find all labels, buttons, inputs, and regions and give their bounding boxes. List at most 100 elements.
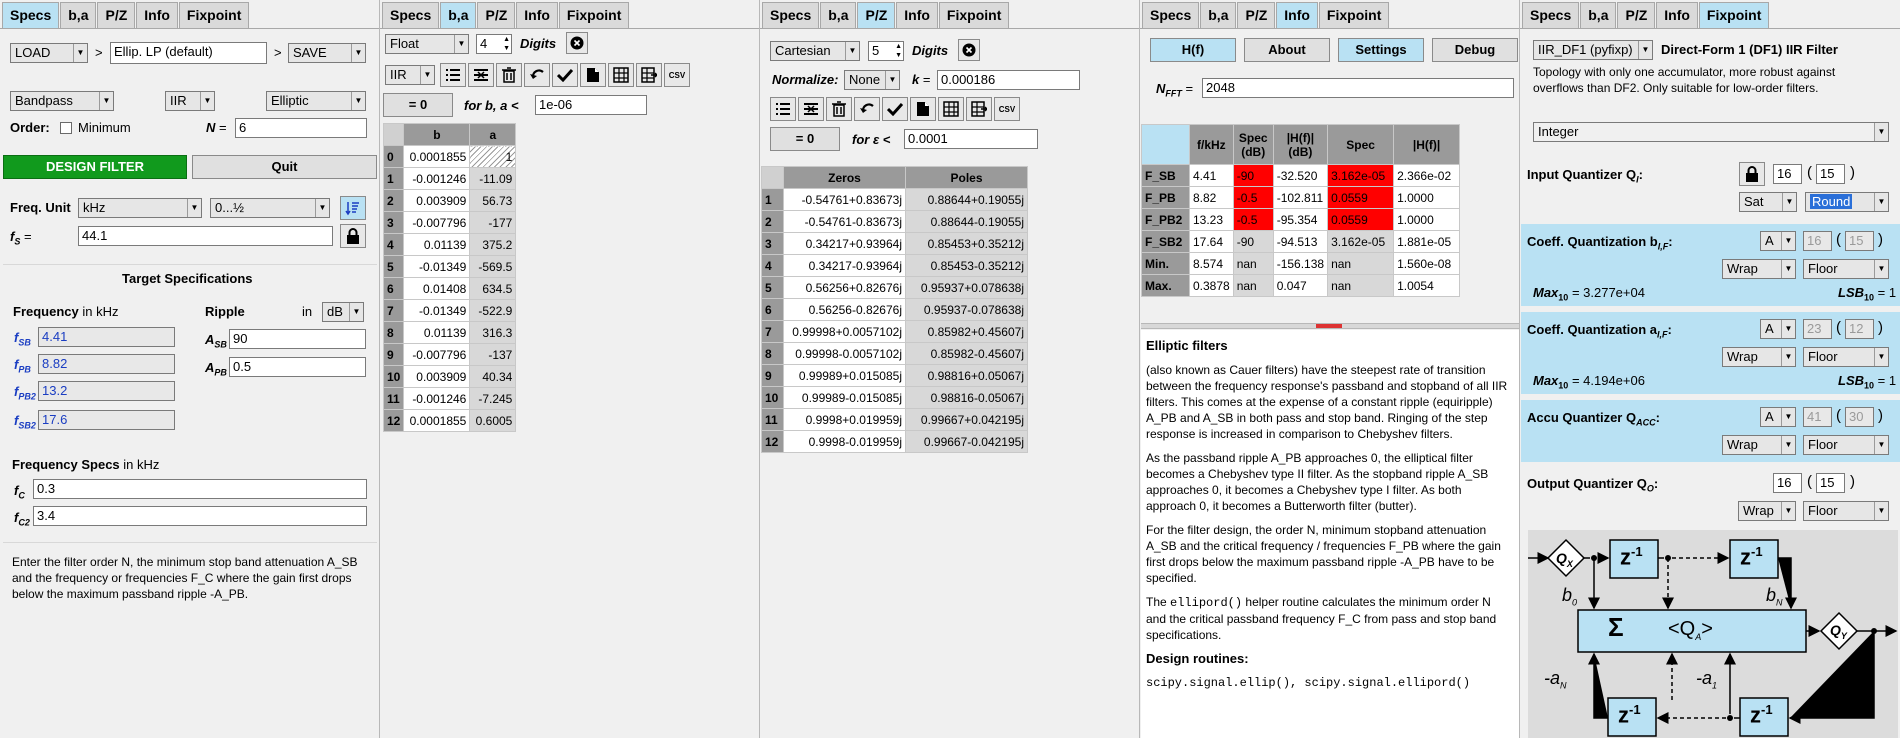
tab-specs[interactable]: Specs [1142,2,1200,28]
zero-cell[interactable]: 0.99989+0.015085j [783,364,906,387]
table-icon[interactable] [608,63,634,87]
eps-input[interactable]: 1e-06 [535,95,647,115]
a-cell[interactable]: -137 [469,343,517,366]
checkmark-icon[interactable] [882,97,908,121]
set-zero-button[interactable]: = 0 [383,93,453,117]
tab-fixpoint[interactable]: Fixpoint [558,2,630,28]
zero-cell[interactable]: 0.9998+0.019959j [783,408,906,431]
fpb2-field[interactable]: 13.2 [38,381,175,401]
fs-input[interactable]: 44.1 [78,226,333,246]
coef-a-mode-select[interactable]: A ▼ [1760,319,1796,339]
pole-cell[interactable]: 0.85453+0.35212j [905,232,1028,255]
coef-b-ovfl-select[interactable]: Wrap ▼ [1722,259,1796,279]
coef-b-wf-input[interactable]: 15 [1845,231,1874,251]
coef-a-wi-input[interactable]: 23 [1803,319,1832,339]
a-cell[interactable]: 40.34 [469,365,517,388]
list-icon[interactable] [770,97,796,121]
tab-pz[interactable]: P/Z [1617,2,1656,28]
pole-cell[interactable]: 0.85982+0.45607j [905,320,1028,343]
coef-a-ovfl-select[interactable]: Wrap ▼ [1722,347,1796,367]
splitter-handle-icon[interactable] [1316,324,1342,328]
out-wf-input[interactable]: 15 [1816,473,1845,493]
set-zero-button[interactable]: = 0 [770,127,840,151]
zero-cell[interactable]: 0.99998-0.0057102j [783,342,906,365]
b-cell[interactable]: 0.01139 [403,321,471,344]
list-icon[interactable] [440,63,466,87]
sort-icon[interactable] [340,196,366,220]
accu-quant-select[interactable]: Floor ▼ [1803,435,1889,455]
tab-info[interactable]: Info [896,2,938,28]
a-cell[interactable]: 375.2 [469,233,517,256]
design-method-select[interactable]: Elliptic ▼ [266,91,366,111]
pole-cell[interactable]: 0.98816-0.05067j [905,386,1028,409]
spin-arrows-icon[interactable]: ▲ ▼ [503,35,510,53]
hf-button[interactable]: H(f) [1150,38,1236,62]
a-cell[interactable]: -177 [469,211,517,234]
pole-cell[interactable]: 0.95937+0.078638j [905,276,1028,299]
tab-fixpoint[interactable]: Fixpoint [178,2,250,28]
accu-mode-select[interactable]: A ▼ [1760,407,1796,427]
b-cell[interactable]: 0.0001855 [403,145,471,168]
asb-input[interactable]: 90 [229,329,366,349]
a-cell[interactable]: -569.5 [469,255,517,278]
accu-wf-input[interactable]: 30 [1845,407,1874,427]
tab-fixpoint[interactable]: Fixpoint [938,2,1010,28]
tab-info[interactable]: Info [516,2,558,28]
undo-icon[interactable] [854,97,880,121]
fpb-field[interactable]: 8.82 [38,354,175,374]
table-export-icon[interactable] [636,63,662,87]
zero-cell[interactable]: -0.54761-0.83673j [783,210,906,233]
order-input[interactable]: 6 [235,118,367,138]
zero-cell[interactable]: 0.99998+0.0057102j [783,320,906,343]
settings-button[interactable]: Settings [1338,38,1424,62]
a-cell[interactable]: 1 [469,145,517,168]
a-cell[interactable]: 316.3 [469,321,517,344]
freq-unit-select[interactable]: kHz ▼ [78,198,202,218]
response-type-select[interactable]: Bandpass ▼ [10,91,114,111]
pole-cell[interactable]: 0.88644+0.19055j [905,188,1028,211]
a-cell[interactable]: -522.9 [469,299,517,322]
csv-icon[interactable]: CSV [994,97,1020,121]
zero-cell[interactable]: 0.9998-0.019959j [783,430,906,453]
b-cell[interactable]: 0.003909 [403,189,471,212]
filter-class-select[interactable]: IIR ▼ [165,91,215,111]
a-cell[interactable]: -11.09 [469,167,517,190]
file-icon[interactable] [910,97,936,121]
clear-icon[interactable] [566,32,588,54]
nfft-input[interactable]: 2048 [1202,78,1514,98]
coef-b-quant-select[interactable]: Floor ▼ [1803,259,1889,279]
fsb2-field[interactable]: 17.6 [38,410,175,430]
pole-cell[interactable]: 0.99667+0.042195j [905,408,1028,431]
file-icon[interactable] [580,63,606,87]
digits-spinbox[interactable]: 5 ▲ ▼ [868,41,904,61]
coef-a-quant-select[interactable]: Floor ▼ [1803,347,1889,367]
normalize-select[interactable]: None ▼ [844,70,900,90]
about-button[interactable]: About [1244,38,1330,62]
freq-range-select[interactable]: 0...½ ▼ [210,198,330,218]
fc-input[interactable]: 0.3 [33,479,367,499]
a-cell[interactable]: -7.245 [469,387,517,410]
tab-ba[interactable]: b,a [1580,2,1617,28]
input-wi-input[interactable]: 16 [1773,164,1802,184]
tab-pz[interactable]: P/Z [477,2,516,28]
delete-rows-icon[interactable] [468,63,494,87]
b-cell[interactable]: 0.01408 [403,277,471,300]
undo-icon[interactable] [524,63,550,87]
accu-wi-input[interactable]: 41 [1803,407,1832,427]
coef-b-mode-select[interactable]: A ▼ [1760,231,1796,251]
pole-cell[interactable]: 0.95937-0.078638j [905,298,1028,321]
table-export-icon[interactable] [966,97,992,121]
tab-pz[interactable]: P/Z [97,2,136,28]
zero-cell[interactable]: 0.34217-0.93964j [783,254,906,277]
tab-fixpoint[interactable]: Fixpoint [1318,2,1390,28]
trash-icon[interactable] [496,63,522,87]
apb-input[interactable]: 0.5 [229,357,366,377]
a-cell[interactable]: 0.6005 [469,409,517,432]
out-wi-input[interactable]: 16 [1773,473,1802,493]
delete-rows-icon[interactable] [798,97,824,121]
debug-button[interactable]: Debug [1432,38,1518,62]
pole-cell[interactable]: 0.85453-0.35212j [905,254,1028,277]
b-cell[interactable]: -0.007796 [403,343,471,366]
spin-arrows-icon[interactable]: ▲ ▼ [895,42,902,60]
tab-info[interactable]: Info [136,2,178,28]
